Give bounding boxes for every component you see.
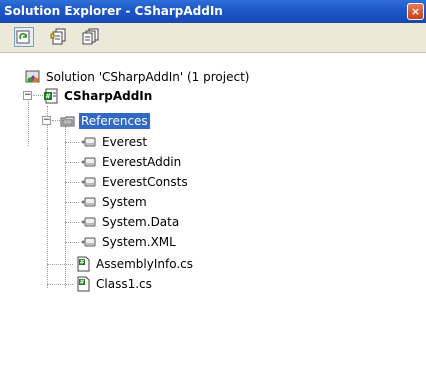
tree-connector [33, 95, 43, 96]
tree-connector [65, 162, 79, 163]
tree-connector [65, 142, 79, 143]
window-title: Solution Explorer - CSharpAddIn [4, 4, 223, 18]
project-expander[interactable]: − [23, 91, 32, 100]
tree-connector [65, 182, 79, 183]
reference-assembly-icon [81, 137, 96, 147]
tree-node-label: Everest [102, 135, 148, 149]
close-icon: × [410, 5, 421, 18]
tree-node-file[interactable]: # AssemblyInfo.cs [75, 255, 195, 273]
tree-node-reference[interactable]: Everest [79, 133, 149, 151]
close-button[interactable]: × [407, 3, 424, 20]
tree-node-label: EverestConsts [102, 175, 188, 189]
tree-connector [47, 106, 48, 148]
tree-node-label: Solution 'CSharpAddIn' (1 project) [46, 70, 250, 84]
tree-connector [47, 284, 73, 285]
solution-explorer-window: Solution Explorer - CSharpAddIn × Soluti… [0, 0, 426, 370]
tree-node-label: System [102, 195, 147, 209]
tree-node-label: Class1.cs [96, 277, 152, 291]
refresh-icon [16, 30, 30, 44]
tree-connector [65, 242, 79, 243]
tree-node-reference[interactable]: System [79, 193, 149, 211]
properties-button[interactable] [50, 27, 70, 47]
reference-assembly-icon [81, 157, 96, 167]
tree-node-references[interactable]: References [60, 112, 150, 130]
tree-node-file[interactable]: # Class1.cs [75, 275, 154, 293]
properties-icon [50, 28, 66, 45]
solution-icon [25, 70, 40, 83]
reference-assembly-icon [81, 217, 96, 227]
solution-tree: Solution 'CSharpAddIn' (1 project) − # C… [0, 54, 426, 370]
tree-connector [65, 202, 79, 203]
tree-node-label: AssemblyInfo.cs [96, 257, 194, 271]
tree-node-solution[interactable]: Solution 'CSharpAddIn' (1 project) [25, 68, 251, 86]
toolbar [0, 23, 426, 53]
tree-node-label: System.Data [102, 215, 180, 229]
tree-node-reference[interactable]: System.Data [79, 213, 181, 231]
show-all-files-button[interactable] [82, 27, 102, 47]
tree-node-label: References [79, 113, 150, 129]
tree-node-project[interactable]: # CSharpAddIn [43, 87, 154, 105]
csharp-project-icon: # [44, 88, 58, 104]
tree-connector [47, 264, 73, 265]
reference-assembly-icon [81, 177, 96, 187]
tree-node-reference[interactable]: System.XML [79, 233, 178, 251]
tree-node-reference[interactable]: EverestAddin [79, 153, 183, 171]
svg-text:#: # [79, 279, 84, 286]
tree-connector [47, 148, 48, 288]
svg-text:#: # [79, 259, 84, 266]
refresh-button[interactable] [14, 27, 34, 47]
tree-connector [65, 222, 79, 223]
svg-text:#: # [45, 93, 51, 101]
tree-node-label: EverestAddin [102, 155, 182, 169]
tree-node-label: System.XML [102, 235, 176, 249]
references-expander[interactable]: − [42, 116, 51, 125]
show-all-files-icon [82, 28, 99, 45]
collapse-icon: − [24, 90, 32, 100]
reference-assembly-icon [81, 237, 96, 247]
csharp-file-icon: # [77, 256, 90, 272]
csharp-file-icon: # [77, 276, 90, 292]
collapse-icon: − [43, 115, 51, 125]
tree-node-reference[interactable]: EverestConsts [79, 173, 190, 191]
tree-connector [52, 120, 60, 121]
tree-connector [28, 96, 29, 146]
reference-assembly-icon [81, 197, 96, 207]
title-bar[interactable]: Solution Explorer - CSharpAddIn × [0, 0, 426, 23]
tree-node-label: CSharpAddIn [64, 89, 153, 103]
references-folder-icon [60, 116, 75, 127]
